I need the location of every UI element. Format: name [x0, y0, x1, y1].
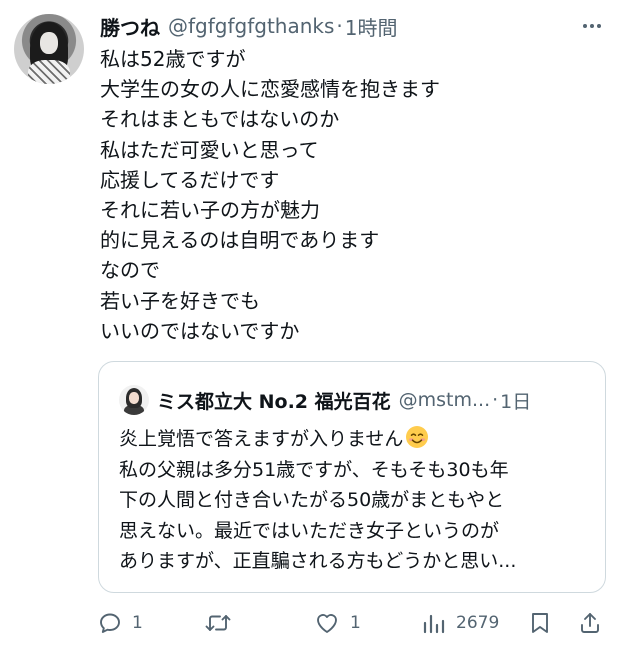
tweet-text-line: 私は52歳ですが — [100, 47, 246, 71]
tweet-text-line: なので — [100, 258, 160, 283]
quoted-text-line: 下の人間と付き合いたがる50歳がまともやと — [119, 489, 505, 512]
views-count: 2679 — [456, 613, 500, 633]
author-avatar[interactable] — [14, 14, 84, 84]
more-horizontal-icon[interactable] — [574, 10, 610, 42]
quoted-header-separator: · — [492, 389, 499, 411]
retweet-button[interactable] — [204, 604, 242, 642]
tweet-text-line: 的に見えるのは自明であります — [100, 228, 380, 253]
quoted-tweet-header: ミス都立大 No.2 福光百花 @mstm... · 1日 — [157, 384, 531, 416]
quoted-text-line: 炎上覚悟で答えますが入りません — [119, 424, 599, 455]
like-button[interactable]: 1 — [314, 604, 361, 642]
tweet-text-line: 私はただ可愛いと思って — [100, 137, 319, 162]
author-name[interactable]: 勝つね — [100, 12, 160, 41]
retweet-icon — [204, 611, 232, 635]
tweet-time[interactable]: 1時間 — [345, 12, 398, 41]
quoted-text-line-content: 炎上覚悟で答えますが入りません — [119, 428, 404, 450]
tweet-actions-bar: 1 1 2679 — [0, 604, 620, 642]
reply-count: 1 — [132, 613, 143, 633]
like-icon — [314, 611, 340, 635]
quoted-text-line: ありますが、正直騙される方もどうかと思い... — [119, 550, 517, 573]
tweet-text: 私は52歳ですが 大学生の女の人に恋愛感情を抱きます それはまともではないのか … — [100, 44, 600, 346]
quoted-tweet-text: 炎上覚悟で答えますが入りません 私の父親は多分51歳ですが、そもそも30も年 下… — [119, 424, 599, 577]
quoted-tweet-time: 1日 — [500, 390, 532, 413]
share-button[interactable] — [578, 604, 602, 642]
tweet-text-line: それに若い子の方が魅力 — [100, 198, 320, 223]
quoted-text-line: 私の父親は多分51歳ですが、そもそも30も年 — [119, 458, 509, 481]
views-icon — [422, 611, 446, 635]
reply-icon — [98, 611, 122, 635]
bookmark-icon — [528, 611, 552, 635]
tweet: 勝つね @fgfgfgfgthanks · 1時間 私は52歳ですが 大学生の女… — [0, 0, 620, 659]
quoted-author-name: ミス都立大 No.2 福光百花 — [157, 390, 391, 413]
tweet-text-line: 大学生の女の人に恋愛感情を抱きます — [100, 77, 440, 102]
reply-button[interactable]: 1 — [98, 604, 143, 642]
quoted-text-line: 思えない。最近ではいただき女子というのが — [119, 519, 500, 542]
quoted-author-handle: @mstm... — [398, 389, 491, 411]
like-count: 1 — [350, 613, 361, 633]
tweet-text-line: いいのではないですか — [100, 318, 300, 343]
bookmark-button[interactable] — [528, 604, 552, 642]
tweet-text-line: 応援してるだけです — [100, 167, 280, 192]
header-separator: · — [336, 14, 343, 38]
quoted-tweet-card[interactable]: ミス都立大 No.2 福光百花 @mstm... · 1日 炎上覚悟で答えますが… — [98, 361, 606, 593]
avatar-face — [40, 32, 58, 54]
tweet-text-line: それはまともではないのか — [100, 107, 340, 132]
avatar-shirt — [28, 60, 70, 84]
tweet-text-line: 若い子を好きでも — [100, 288, 260, 313]
tweet-header: 勝つね @fgfgfgfgthanks · 1時間 — [100, 10, 398, 42]
views-button[interactable]: 2679 — [422, 604, 499, 642]
author-handle[interactable]: @fgfgfgfgthanks — [168, 14, 334, 38]
quoted-avatar-face — [129, 392, 139, 404]
smiling-face-emoji — [406, 426, 429, 448]
quoted-author-avatar[interactable] — [119, 385, 149, 415]
share-icon — [578, 611, 602, 635]
